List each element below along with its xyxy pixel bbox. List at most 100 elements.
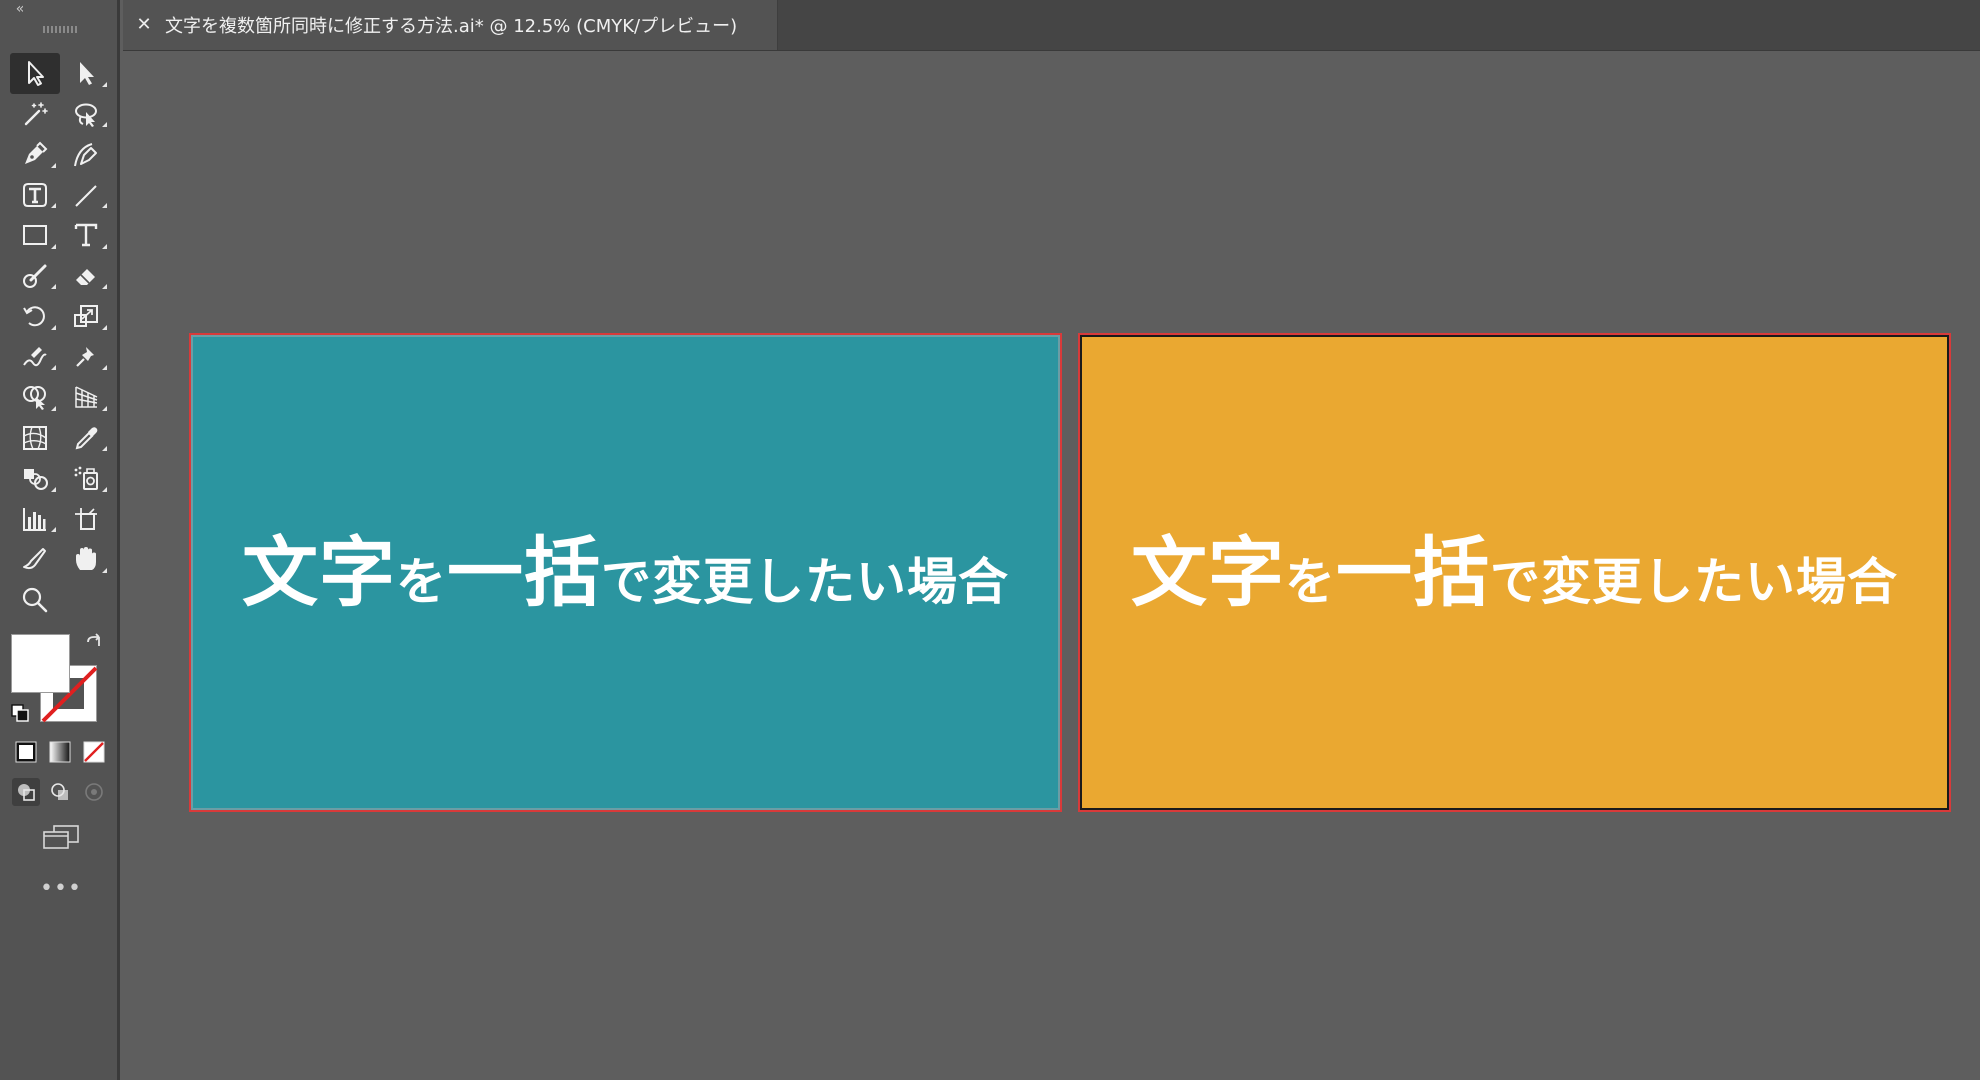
default-fill-stroke-icon[interactable] xyxy=(10,703,30,723)
type-icon xyxy=(74,224,98,247)
swap-fill-stroke-icon[interactable] xyxy=(83,633,105,655)
direct-selection-tool[interactable] xyxy=(61,53,111,94)
headline-segment: を xyxy=(396,552,447,611)
perspective-grid-icon xyxy=(75,386,98,408)
gradient-button[interactable] xyxy=(46,738,74,766)
tool-group-indicator xyxy=(102,567,107,573)
draw-mode-row xyxy=(12,778,108,808)
eyedropper-tool[interactable] xyxy=(61,418,111,459)
tool-group-indicator xyxy=(51,486,56,492)
headline-segment: 文字 xyxy=(1131,527,1285,617)
edit-toolbar-button[interactable]: ••• xyxy=(40,874,82,904)
blend-icon xyxy=(24,469,48,491)
tool-group-indicator xyxy=(102,446,107,451)
draw-behind-button[interactable] xyxy=(46,778,74,806)
shape-builder-tool[interactable] xyxy=(10,377,60,418)
artboard-orange[interactable]: 文字を一括で変更したい場合 xyxy=(1078,333,1951,812)
lasso-icon xyxy=(75,103,97,127)
zoom-tool[interactable] xyxy=(10,580,60,621)
scale-tool[interactable] xyxy=(61,296,111,337)
none-icon xyxy=(83,741,105,763)
area-type-tool[interactable] xyxy=(10,175,60,216)
slice-icon xyxy=(23,548,46,570)
pen-tool[interactable] xyxy=(10,134,60,175)
hand-tool[interactable] xyxy=(61,539,111,580)
line-segment-tool[interactable] xyxy=(61,175,111,216)
headline-segment: で変更したい場合 xyxy=(1490,552,1898,611)
document-tab[interactable]: ✕ 文字を複数箇所同時に修正する方法.ai* @ 12.5% (CMYK/プレビ… xyxy=(123,0,778,50)
curvature-tool[interactable] xyxy=(61,134,111,175)
tool-group-indicator xyxy=(102,122,107,127)
eraser-tool[interactable] xyxy=(61,256,111,297)
artboard-tool[interactable] xyxy=(61,499,111,540)
tool-group-indicator xyxy=(102,486,107,492)
zoom-icon xyxy=(22,587,48,613)
shape-builder-icon xyxy=(23,386,46,411)
lasso-tool[interactable] xyxy=(61,94,111,135)
mesh-tool[interactable] xyxy=(10,418,60,459)
column-graph-tool[interactable] xyxy=(10,499,60,540)
symbol-sprayer-icon xyxy=(74,466,98,491)
blend-tool[interactable] xyxy=(10,458,60,499)
slice-tool[interactable] xyxy=(10,539,60,580)
tool-grid xyxy=(10,53,111,620)
close-icon[interactable]: ✕ xyxy=(133,14,155,36)
color-button[interactable] xyxy=(12,738,40,766)
type-tool[interactable] xyxy=(61,215,111,256)
warp-icon xyxy=(23,346,47,366)
rotate-tool[interactable] xyxy=(10,296,60,337)
draw-normal-button[interactable] xyxy=(12,778,40,806)
puppet-warp-tool[interactable] xyxy=(61,337,111,378)
none-button[interactable] xyxy=(80,738,108,766)
tool-group-indicator xyxy=(51,203,56,208)
panel-grip-handle[interactable] xyxy=(43,26,77,33)
pushpin-icon xyxy=(76,346,94,367)
change-screen-mode-button[interactable] xyxy=(40,820,82,854)
selection-arrow-icon xyxy=(28,61,44,87)
headline-segment: 一括 xyxy=(1336,527,1490,617)
tool-group-indicator xyxy=(51,162,56,168)
paintbrush-tool[interactable] xyxy=(10,256,60,297)
rotate-icon xyxy=(23,306,45,327)
fill-swatch[interactable] xyxy=(11,634,70,693)
magic-wand-icon xyxy=(24,101,48,125)
perspective-grid-tool[interactable] xyxy=(61,377,111,418)
headline-segment: で変更したい場合 xyxy=(601,552,1009,611)
draw-inside-button[interactable] xyxy=(80,778,108,806)
tool-group-indicator xyxy=(51,284,56,289)
line-segment-icon xyxy=(75,185,97,207)
curvature-icon xyxy=(74,143,97,167)
scale-icon xyxy=(74,305,98,328)
artboard-headline[interactable]: 文字を一括で変更したい場合 xyxy=(242,534,1009,611)
artboard-teal[interactable]: 文字を一括で変更したい場合 xyxy=(189,333,1062,812)
symbol-sprayer-tool[interactable] xyxy=(61,458,111,499)
canvas[interactable]: 文字を一括で変更したい場合 文字を一括で変更したい場合 xyxy=(123,51,1980,1080)
headline-segment: 一括 xyxy=(447,527,601,617)
document-tab-title: 文字を複数箇所同時に修正する方法.ai* @ 12.5% (CMYK/プレビュー… xyxy=(165,16,738,37)
artboard-icon xyxy=(75,507,97,530)
tool-group-indicator xyxy=(51,243,56,249)
tool-group-indicator xyxy=(51,365,56,370)
fill-stroke-control xyxy=(10,633,110,728)
paintbrush-icon xyxy=(23,264,47,288)
magic-wand-tool[interactable] xyxy=(10,94,60,135)
color-mode-row xyxy=(12,738,108,768)
rectangle-tool[interactable] xyxy=(10,215,60,256)
draw-inside-icon xyxy=(85,783,103,801)
tool-group-indicator xyxy=(51,405,56,411)
eraser-icon xyxy=(76,268,95,285)
selection-tool[interactable] xyxy=(10,53,60,94)
warp-tool[interactable] xyxy=(10,337,60,378)
rectangle-icon xyxy=(23,225,47,246)
eyedropper-icon xyxy=(75,426,98,450)
tool-group-indicator xyxy=(102,324,107,330)
tool-group-indicator xyxy=(102,243,107,249)
gradient-icon xyxy=(49,741,71,763)
hand-icon xyxy=(76,547,96,571)
tool-group-indicator xyxy=(51,324,56,330)
tool-group-indicator xyxy=(102,405,107,411)
mesh-icon xyxy=(23,425,47,450)
collapse-panel-button[interactable]: « xyxy=(8,0,32,18)
headline-segment: を xyxy=(1285,552,1336,611)
artboard-headline[interactable]: 文字を一括で変更したい場合 xyxy=(1131,534,1898,611)
